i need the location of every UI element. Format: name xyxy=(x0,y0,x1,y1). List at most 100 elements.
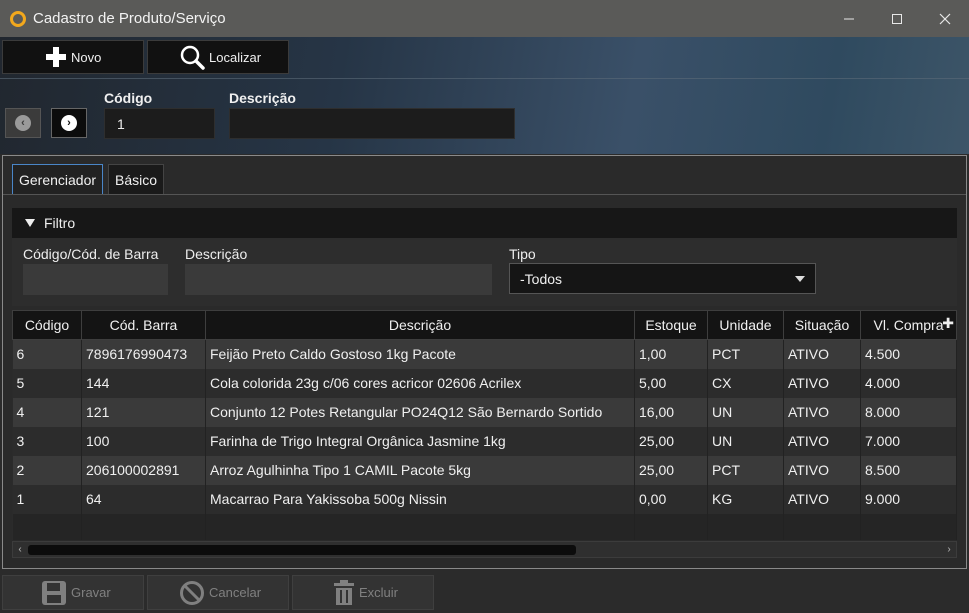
excluir-button[interactable]: Excluir xyxy=(292,575,434,610)
filter-header[interactable]: Filtro xyxy=(12,208,957,238)
cell-cod-barra: 206100002891 xyxy=(81,455,206,485)
filter-title: Filtro xyxy=(44,215,76,231)
cell-codigo: 2 xyxy=(12,455,82,485)
horizontal-scrollbar[interactable]: ‹ › xyxy=(12,541,957,558)
cell-situacao: ATIVO xyxy=(783,426,861,456)
filter-body: Código/Cód. de Barra Descrição Tipo -Tod… xyxy=(12,238,957,306)
column-header-estoque[interactable]: Estoque xyxy=(634,310,708,340)
cell-vl-compra: 8.000 xyxy=(860,397,957,427)
column-header-situacao[interactable]: Situação xyxy=(783,310,861,340)
cell-estoque: 25,00 xyxy=(634,455,708,485)
trash-icon xyxy=(333,579,355,606)
filter-descricao-input[interactable] xyxy=(185,264,492,295)
filter-codigo-input[interactable] xyxy=(23,264,168,295)
scroll-right-icon[interactable]: › xyxy=(942,542,956,557)
cell-cod-barra: 7896176990473 xyxy=(81,339,206,369)
app-logo-icon xyxy=(10,10,26,27)
table-row[interactable]: 4 121 Conjunto 12 Potes Retangular PO24Q… xyxy=(12,397,957,427)
next-record-button[interactable]: › xyxy=(51,108,87,138)
maximize-icon xyxy=(892,13,902,24)
cell-descricao: Feijão Preto Caldo Gostoso 1kg Pacote xyxy=(205,339,635,369)
table-row[interactable]: 1 64 Macarrao Para Yakissoba 500g Nissin… xyxy=(12,484,957,514)
header-area: Novo Localizar ‹ › Código 1 Descrição xyxy=(0,37,969,154)
cell-codigo: 1 xyxy=(12,484,82,514)
cell-estoque: 25,00 xyxy=(634,426,708,456)
cell-codigo: 6 xyxy=(12,339,82,369)
codigo-label: Código xyxy=(104,90,153,106)
table-row[interactable]: 3 100 Farinha de Trigo Integral Orgânica… xyxy=(12,426,957,456)
save-icon xyxy=(41,580,67,606)
cell-cod-barra: 144 xyxy=(81,368,206,398)
maximize-button[interactable] xyxy=(873,0,921,37)
cell-unidade: KG xyxy=(707,484,784,514)
tab-basico[interactable]: Básico xyxy=(108,164,165,195)
cell-vl-compra: 7.000 xyxy=(860,426,957,456)
chevron-down-icon xyxy=(795,276,805,282)
main-panel: Gerenciador Básico Filtro Código/Cód. de… xyxy=(2,155,967,569)
descricao-label: Descrição xyxy=(229,90,296,106)
cell-estoque: 16,00 xyxy=(634,397,708,427)
cell-descricao: Macarrao Para Yakissoba 500g Nissin xyxy=(205,484,635,514)
cell-situacao: ATIVO xyxy=(783,484,861,514)
cell-unidade: PCT xyxy=(707,339,784,369)
title-bar: Cadastro de Produto/Serviço xyxy=(0,0,969,37)
header-divider xyxy=(0,78,969,79)
localizar-label: Localizar xyxy=(209,49,262,65)
novo-label: Novo xyxy=(71,49,102,65)
cancelar-label: Cancelar xyxy=(209,585,262,600)
add-column-icon[interactable]: ✚ xyxy=(942,315,954,332)
filter-tipo-value: -Todos xyxy=(520,270,563,287)
table-row[interactable]: 2 206100002891 Arroz Agulhinha Tipo 1 CA… xyxy=(12,455,957,485)
column-header-cod-barra[interactable]: Cód. Barra xyxy=(81,310,206,340)
table-row[interactable]: 6 7896176990473 Feijão Preto Caldo Gosto… xyxy=(12,339,957,369)
cell-estoque: 5,00 xyxy=(634,368,708,398)
cell-unidade: UN xyxy=(707,426,784,456)
column-header-descricao[interactable]: Descrição xyxy=(205,310,635,340)
filter-tipo-select[interactable]: -Todos xyxy=(509,263,816,294)
tab-divider xyxy=(3,194,966,195)
filter-codigo-label: Código/Cód. de Barra xyxy=(23,246,159,262)
cancel-icon xyxy=(179,580,205,606)
localizar-button[interactable]: Localizar xyxy=(147,40,289,74)
cell-codigo: 4 xyxy=(12,397,82,427)
cell-unidade: CX xyxy=(707,368,784,398)
column-header-codigo[interactable]: Código xyxy=(12,310,82,340)
scrollbar-thumb[interactable] xyxy=(28,545,576,555)
scroll-left-icon[interactable]: ‹ xyxy=(13,542,27,557)
previous-record-button[interactable]: ‹ xyxy=(5,108,41,138)
cell-vl-compra: 8.500 xyxy=(860,455,957,485)
cell-situacao: ATIVO xyxy=(783,339,861,369)
filter-descricao-label: Descrição xyxy=(185,246,248,262)
tab-gerenciador[interactable]: Gerenciador xyxy=(12,164,104,195)
cell-estoque: 1,00 xyxy=(634,339,708,369)
cell-vl-compra: 9.000 xyxy=(860,484,957,514)
close-icon xyxy=(939,13,951,24)
excluir-label: Excluir xyxy=(359,585,399,600)
search-icon xyxy=(179,44,205,70)
gravar-button[interactable]: Gravar xyxy=(2,575,144,610)
cell-cod-barra: 121 xyxy=(81,397,206,427)
codigo-field[interactable]: 1 xyxy=(104,108,215,139)
cell-descricao: Arroz Agulhinha Tipo 1 CAMIL Pacote 5kg xyxy=(205,455,635,485)
minimize-button[interactable] xyxy=(825,0,873,37)
cell-codigo: 5 xyxy=(12,368,82,398)
plus-icon xyxy=(45,46,67,68)
cell-descricao: Farinha de Trigo Integral Orgânica Jasmi… xyxy=(205,426,635,456)
cell-vl-compra: 4.000 xyxy=(860,368,957,398)
cell-estoque: 0,00 xyxy=(634,484,708,514)
chevron-right-icon: › xyxy=(61,115,77,131)
cell-cod-barra: 100 xyxy=(81,426,206,456)
table-row[interactable]: 5 144 Cola colorida 23g c/06 cores acric… xyxy=(12,368,957,398)
column-header-unidade[interactable]: Unidade xyxy=(707,310,784,340)
cell-unidade: UN xyxy=(707,397,784,427)
cell-situacao: ATIVO xyxy=(783,397,861,427)
cell-descricao: Cola colorida 23g c/06 cores acricor 026… xyxy=(205,368,635,398)
gravar-label: Gravar xyxy=(71,585,111,600)
action-bar: Gravar Cancelar Excluir xyxy=(0,572,969,613)
cell-vl-compra: 4.500 xyxy=(860,339,957,369)
cancelar-button[interactable]: Cancelar xyxy=(147,575,289,610)
descricao-field[interactable] xyxy=(229,108,515,139)
table-header-row: Código Cód. Barra Descrição Estoque Unid… xyxy=(12,310,957,340)
close-button[interactable] xyxy=(921,0,969,37)
novo-button[interactable]: Novo xyxy=(2,40,144,74)
